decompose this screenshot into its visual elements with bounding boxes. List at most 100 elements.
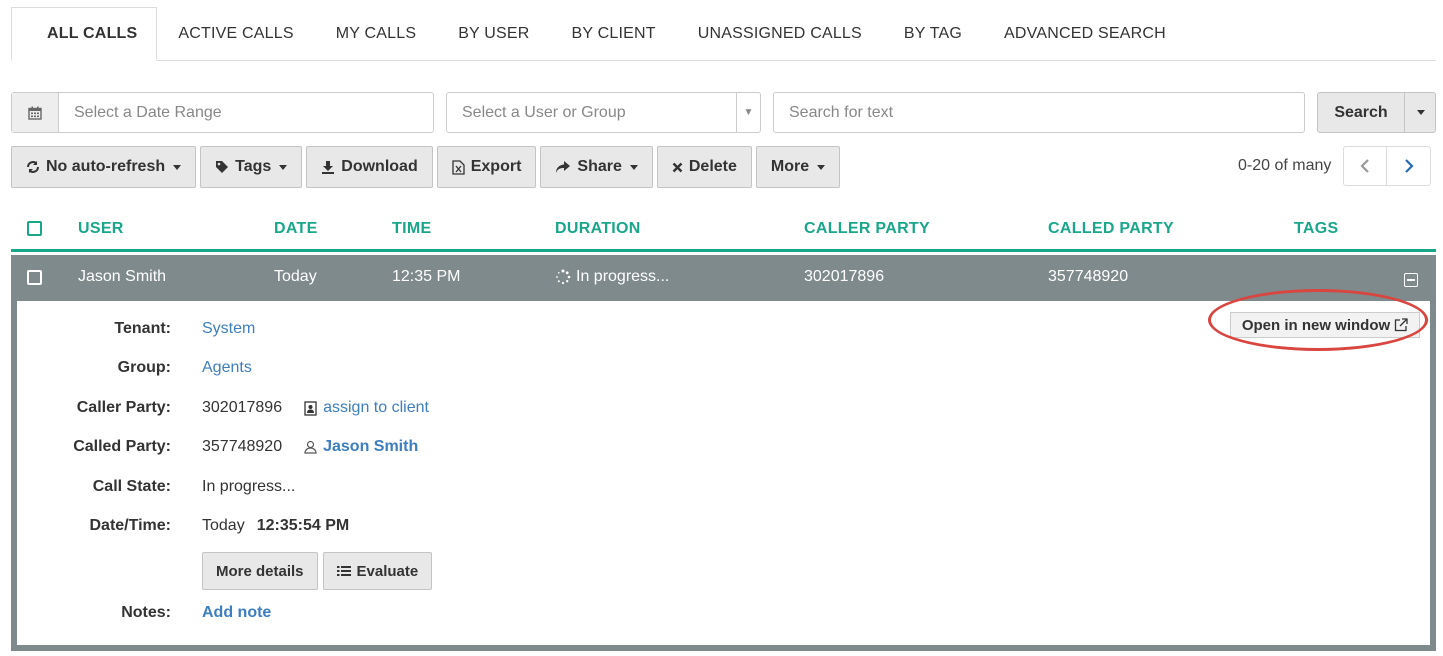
tab-active-calls[interactable]: ACTIVE CALLS bbox=[157, 7, 314, 60]
notes-label: Notes: bbox=[121, 604, 171, 621]
share-icon bbox=[556, 161, 571, 173]
caller-party-label: Caller Party: bbox=[76, 399, 171, 416]
refresh-icon bbox=[27, 161, 39, 173]
auto-refresh-button[interactable]: No auto-refresh bbox=[11, 146, 197, 188]
called-party-label: Called Party: bbox=[73, 438, 171, 455]
select-all-checkbox[interactable] bbox=[27, 221, 42, 236]
download-label: Download bbox=[341, 158, 418, 175]
tenant-value[interactable]: System bbox=[202, 320, 255, 338]
add-note-link[interactable]: Add note bbox=[202, 604, 271, 622]
delete-label: Delete bbox=[688, 158, 737, 175]
list-icon bbox=[336, 566, 351, 576]
spinner-icon bbox=[556, 269, 571, 285]
search-button[interactable]: Search bbox=[1317, 92, 1405, 133]
more-details-button[interactable]: More details bbox=[202, 552, 318, 590]
tab-by-tag[interactable]: BY TAG bbox=[883, 7, 983, 60]
tab-advanced-search[interactable]: ADVANCED SEARCH bbox=[983, 7, 1187, 60]
call-state-label: Call State: bbox=[92, 478, 171, 495]
caret-down-icon bbox=[1417, 110, 1425, 115]
toolbar: No auto-refresh Tags Download Export Sha… bbox=[11, 146, 841, 188]
open-in-new-window-label: Open in new window bbox=[1241, 316, 1391, 334]
next-page-button[interactable] bbox=[1387, 147, 1430, 185]
download-button[interactable]: Download bbox=[306, 146, 433, 188]
tab-by-client[interactable]: BY CLIENT bbox=[551, 7, 677, 60]
column-header-user[interactable]: USER bbox=[78, 220, 124, 238]
notes-value: Add note bbox=[202, 604, 271, 622]
assign-to-client-link[interactable]: assign to client bbox=[323, 399, 429, 417]
caret-down-icon bbox=[817, 164, 826, 170]
contact-card-icon bbox=[304, 400, 317, 416]
tab-bar: ALL CALLS ACTIVE CALLS MY CALLS BY USER … bbox=[11, 7, 1436, 61]
caller-party-number: 302017896 bbox=[202, 399, 283, 416]
pagination-range: 0-20 of many bbox=[1238, 157, 1332, 174]
column-header-duration[interactable]: DURATION bbox=[555, 220, 641, 238]
tab-all-calls[interactable]: ALL CALLS bbox=[11, 7, 158, 61]
column-header-time[interactable]: TIME bbox=[392, 220, 431, 238]
call-state-value: In progress... bbox=[202, 478, 296, 495]
open-in-new-window-button[interactable]: Open in new window bbox=[1230, 312, 1420, 338]
datetime-time: 12:35:54 PM bbox=[256, 517, 350, 534]
tab-unassigned-calls[interactable]: UNASSIGNED CALLS bbox=[677, 7, 883, 60]
search-button-group: Search bbox=[1317, 92, 1436, 133]
user-group-placeholder: Select a User or Group bbox=[462, 103, 626, 121]
datetime-day: Today bbox=[202, 517, 245, 534]
row-date: Today bbox=[274, 268, 317, 285]
row-called-party: 357748920 bbox=[1048, 268, 1129, 285]
calendar-icon[interactable] bbox=[12, 93, 59, 132]
caret-down-icon bbox=[279, 164, 288, 170]
evaluate-label: Evaluate bbox=[356, 562, 419, 580]
export-button[interactable]: Export bbox=[436, 146, 537, 188]
caller-party-value: 302017896 assign to client bbox=[202, 399, 429, 417]
excel-file-icon bbox=[452, 159, 465, 175]
delete-button[interactable]: Delete bbox=[656, 146, 752, 188]
row-caller-party: 302017896 bbox=[804, 268, 885, 285]
row-user: Jason Smith bbox=[78, 268, 167, 285]
row-duration-text: In progress... bbox=[576, 268, 670, 285]
collapse-row-icon[interactable] bbox=[1404, 273, 1418, 287]
user-icon bbox=[304, 440, 317, 454]
user-group-select[interactable]: Select a User or Group ▼ bbox=[446, 92, 761, 133]
called-party-value: 357748920 Jason Smith bbox=[202, 438, 418, 456]
date-range-picker[interactable]: Select a Date Range bbox=[11, 92, 434, 133]
more-label: More bbox=[770, 158, 810, 175]
group-value[interactable]: Agents bbox=[202, 359, 252, 377]
called-party-number: 357748920 bbox=[202, 438, 283, 455]
chevron-right-icon bbox=[1405, 159, 1414, 173]
search-options-dropdown[interactable] bbox=[1405, 92, 1436, 133]
export-label: Export bbox=[470, 158, 522, 175]
called-user-link[interactable]: Jason Smith bbox=[323, 438, 418, 456]
column-header-caller-party[interactable]: CALLER PARTY bbox=[804, 220, 930, 238]
tags-button[interactable]: Tags bbox=[200, 146, 303, 188]
column-header-called-party[interactable]: CALLED PARTY bbox=[1048, 220, 1174, 238]
search-input[interactable]: Search for text bbox=[773, 92, 1305, 133]
more-button[interactable]: More bbox=[755, 146, 841, 188]
tab-my-calls[interactable]: MY CALLS bbox=[315, 7, 437, 60]
tab-by-user[interactable]: BY USER bbox=[437, 7, 550, 60]
tag-icon bbox=[216, 161, 229, 173]
datetime-label: Date/Time: bbox=[89, 517, 171, 534]
evaluate-button[interactable]: Evaluate bbox=[322, 552, 433, 590]
pagination: 0-20 of many bbox=[1238, 146, 1432, 186]
tags-label: Tags bbox=[235, 158, 272, 175]
auto-refresh-label: No auto-refresh bbox=[46, 158, 166, 175]
caret-down-icon bbox=[173, 164, 182, 170]
date-range-input[interactable]: Select a Date Range bbox=[59, 93, 433, 132]
row-checkbox[interactable] bbox=[27, 270, 42, 285]
call-detail-panel: Tenant: System Group: Agents Caller Part… bbox=[11, 289, 1436, 651]
close-icon bbox=[672, 162, 683, 172]
datetime-value: Today 12:35:54 PM bbox=[202, 517, 349, 535]
row-duration: In progress... bbox=[555, 268, 669, 286]
share-label: Share bbox=[577, 158, 622, 175]
table-row[interactable]: Jason Smith Today 12:35 PM In progress..… bbox=[11, 255, 1436, 301]
download-icon bbox=[322, 161, 335, 174]
group-label: Group: bbox=[117, 359, 171, 376]
external-link-icon bbox=[1395, 318, 1408, 332]
group-link[interactable]: Agents bbox=[202, 359, 252, 377]
share-button[interactable]: Share bbox=[540, 146, 653, 188]
pagination-buttons bbox=[1343, 146, 1432, 186]
column-header-date[interactable]: DATE bbox=[274, 220, 318, 238]
previous-page-button[interactable] bbox=[1344, 147, 1388, 185]
tenant-link[interactable]: System bbox=[202, 320, 255, 338]
column-header-tags[interactable]: TAGS bbox=[1294, 220, 1338, 238]
dropdown-arrow-icon[interactable]: ▼ bbox=[736, 93, 760, 132]
